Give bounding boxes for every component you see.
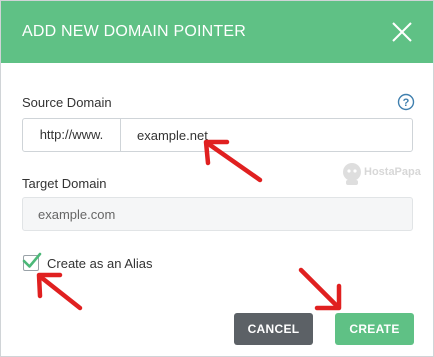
svg-text:?: ? xyxy=(403,97,410,109)
alias-label[interactable]: Create as an Alias xyxy=(47,256,153,271)
source-domain-label: Source Domain xyxy=(22,95,112,110)
target-domain-label: Target Domain xyxy=(22,176,107,191)
dialog-header: ADD NEW DOMAIN POINTER xyxy=(1,1,433,63)
hostapapa-watermark-logo: HostaPapa xyxy=(341,161,421,191)
source-domain-field: http://www. xyxy=(22,118,413,152)
dialog-title: ADD NEW DOMAIN POINTER xyxy=(22,23,246,40)
url-prefix: http://www. xyxy=(23,119,121,151)
alias-checkbox[interactable] xyxy=(23,255,39,271)
create-button[interactable]: CREATE xyxy=(335,313,414,345)
add-domain-pointer-dialog: ADD NEW DOMAIN POINTER Source Domain ? h… xyxy=(0,0,434,357)
close-icon[interactable] xyxy=(389,19,415,45)
help-question-icon[interactable]: ? xyxy=(397,93,415,111)
target-domain-input[interactable] xyxy=(22,197,413,231)
source-domain-input[interactable] xyxy=(121,119,411,151)
watermark-text: HostaPapa xyxy=(364,166,421,178)
cancel-button[interactable]: CANCEL xyxy=(234,313,313,345)
